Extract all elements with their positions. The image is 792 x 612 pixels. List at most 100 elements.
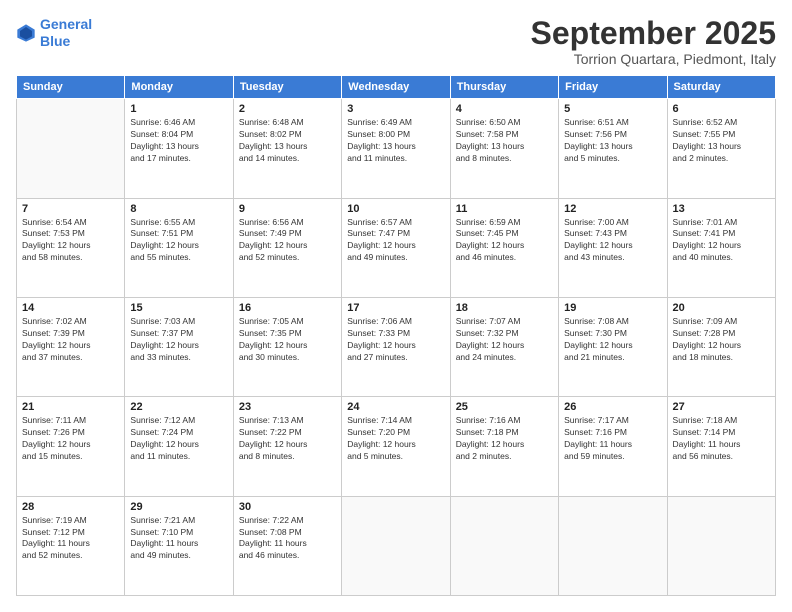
table-row: 9 Sunrise: 6:56 AM Sunset: 7:49 PM Daylig…	[233, 198, 341, 297]
table-row: 6Sunrise: 6:52 AM Sunset: 7:55 PM Daylig…	[667, 99, 775, 198]
day-info: Sunrise: 7:14 AM Sunset: 7:20 PM Dayligh…	[347, 415, 444, 463]
day-number: 28	[22, 501, 119, 513]
table-row: 27 Sunrise: 7:18 AM Sunset: 7:14 PM Dayli…	[667, 397, 775, 496]
logo-blue: Blue	[40, 33, 70, 49]
day-info: Sunrise: 7:18 AM Sunset: 7:14 PM Dayligh…	[673, 415, 770, 463]
table-row: 10 Sunrise: 6:57 AM Sunset: 7:47 PM Dayli…	[342, 198, 450, 297]
table-row: 17 Sunrise: 7:06 AM Sunset: 7:33 PM Dayli…	[342, 297, 450, 396]
day-number: 22	[130, 401, 227, 413]
day-number: 4	[456, 103, 553, 115]
day-number: 27	[673, 401, 770, 413]
table-row: 19 Sunrise: 7:08 AM Sunset: 7:30 PM Dayli…	[559, 297, 667, 396]
day-number: 3	[347, 103, 444, 115]
week-row-3: 14Sunrise: 7:02 AM Sunset: 7:39 PM Dayli…	[17, 297, 776, 396]
day-info: Sunrise: 7:08 AM Sunset: 7:30 PM Dayligh…	[564, 316, 661, 364]
day-info: Sunrise: 6:55 AM Sunset: 7:51 PM Dayligh…	[130, 217, 227, 265]
page: General Blue September 2025 Torrion Quar…	[0, 0, 792, 612]
weekday-header-thursday: Thursday	[450, 76, 558, 99]
table-row: 23 Sunrise: 7:13 AM Sunset: 7:22 PM Dayli…	[233, 397, 341, 496]
day-number: 21	[22, 401, 119, 413]
table-row: 30 Sunrise: 7:22 AM Sunset: 7:08 PM Dayli…	[233, 496, 341, 595]
table-row: 18 Sunrise: 7:07 AM Sunset: 7:32 PM Dayli…	[450, 297, 558, 396]
table-row: 15Sunrise: 7:03 AM Sunset: 7:37 PM Dayli…	[125, 297, 233, 396]
table-row: 29 Sunrise: 7:21 AM Sunset: 7:10 PM Dayli…	[125, 496, 233, 595]
day-number: 11	[456, 203, 553, 215]
day-number: 18	[456, 302, 553, 314]
week-row-1: 1 Sunrise: 6:46 AM Sunset: 8:04 PM Daylig…	[17, 99, 776, 198]
logo-text: General Blue	[40, 16, 92, 50]
table-row: 26 Sunrise: 7:17 AM Sunset: 7:16 PM Dayli…	[559, 397, 667, 496]
day-info: Sunrise: 6:49 AM Sunset: 8:00 PM Dayligh…	[347, 117, 444, 165]
table-row	[342, 496, 450, 595]
day-info: Sunrise: 7:06 AM Sunset: 7:33 PM Dayligh…	[347, 316, 444, 364]
weekday-header-row: SundayMondayTuesdayWednesdayThursdayFrid…	[17, 76, 776, 99]
day-info: Sunrise: 7:05 AM Sunset: 7:35 PM Dayligh…	[239, 316, 336, 364]
day-info: Sunrise: 7:22 AM Sunset: 7:08 PM Dayligh…	[239, 515, 336, 563]
day-info: Sunrise: 6:50 AM Sunset: 7:58 PM Dayligh…	[456, 117, 553, 165]
day-number: 13	[673, 203, 770, 215]
table-row: 28 Sunrise: 7:19 AM Sunset: 7:12 PM Dayli…	[17, 496, 125, 595]
day-number: 17	[347, 302, 444, 314]
day-number: 10	[347, 203, 444, 215]
day-info: Sunrise: 7:12 AM Sunset: 7:24 PM Dayligh…	[130, 415, 227, 463]
day-number: 9	[239, 203, 336, 215]
table-row	[17, 99, 125, 198]
table-row	[559, 496, 667, 595]
day-info: Sunrise: 7:02 AM Sunset: 7:39 PM Dayligh…	[22, 316, 119, 364]
day-number: 5	[564, 103, 661, 115]
day-info: Sunrise: 7:11 AM Sunset: 7:26 PM Dayligh…	[22, 415, 119, 463]
weekday-header-tuesday: Tuesday	[233, 76, 341, 99]
header: General Blue September 2025 Torrion Quar…	[16, 16, 776, 67]
day-number: 8	[130, 203, 227, 215]
table-row	[667, 496, 775, 595]
table-row: 13 Sunrise: 7:01 AM Sunset: 7:41 PM Dayli…	[667, 198, 775, 297]
day-info: Sunrise: 7:19 AM Sunset: 7:12 PM Dayligh…	[22, 515, 119, 563]
day-info: Sunrise: 6:46 AM Sunset: 8:04 PM Dayligh…	[130, 117, 227, 165]
day-info: Sunrise: 7:13 AM Sunset: 7:22 PM Dayligh…	[239, 415, 336, 463]
table-row: 7 Sunrise: 6:54 AM Sunset: 7:53 PM Daylig…	[17, 198, 125, 297]
table-row: 3 Sunrise: 6:49 AM Sunset: 8:00 PM Daylig…	[342, 99, 450, 198]
logo-icon	[16, 23, 36, 43]
day-info: Sunrise: 6:48 AM Sunset: 8:02 PM Dayligh…	[239, 117, 336, 165]
day-info: Sunrise: 7:17 AM Sunset: 7:16 PM Dayligh…	[564, 415, 661, 463]
weekday-header-wednesday: Wednesday	[342, 76, 450, 99]
table-row: 25Sunrise: 7:16 AM Sunset: 7:18 PM Dayli…	[450, 397, 558, 496]
weekday-header-monday: Monday	[125, 76, 233, 99]
location: Torrion Quartara, Piedmont, Italy	[531, 51, 776, 67]
table-row: 5 Sunrise: 6:51 AM Sunset: 7:56 PM Daylig…	[559, 99, 667, 198]
week-row-4: 21 Sunrise: 7:11 AM Sunset: 7:26 PM Dayli…	[17, 397, 776, 496]
day-info: Sunrise: 6:57 AM Sunset: 7:47 PM Dayligh…	[347, 217, 444, 265]
day-info: Sunrise: 7:01 AM Sunset: 7:41 PM Dayligh…	[673, 217, 770, 265]
table-row: 8 Sunrise: 6:55 AM Sunset: 7:51 PM Daylig…	[125, 198, 233, 297]
day-info: Sunrise: 7:00 AM Sunset: 7:43 PM Dayligh…	[564, 217, 661, 265]
week-row-5: 28 Sunrise: 7:19 AM Sunset: 7:12 PM Dayli…	[17, 496, 776, 595]
table-row: 2 Sunrise: 6:48 AM Sunset: 8:02 PM Daylig…	[233, 99, 341, 198]
day-number: 25	[456, 401, 553, 413]
title-block: September 2025 Torrion Quartara, Piedmon…	[531, 16, 776, 67]
day-info: Sunrise: 7:07 AM Sunset: 7:32 PM Dayligh…	[456, 316, 553, 364]
weekday-header-sunday: Sunday	[17, 76, 125, 99]
day-number: 23	[239, 401, 336, 413]
table-row: 22 Sunrise: 7:12 AM Sunset: 7:24 PM Dayli…	[125, 397, 233, 496]
table-row: 20Sunrise: 7:09 AM Sunset: 7:28 PM Dayli…	[667, 297, 775, 396]
day-number: 7	[22, 203, 119, 215]
day-number: 12	[564, 203, 661, 215]
table-row: 24Sunrise: 7:14 AM Sunset: 7:20 PM Dayli…	[342, 397, 450, 496]
day-number: 19	[564, 302, 661, 314]
day-number: 6	[673, 103, 770, 115]
day-number: 29	[130, 501, 227, 513]
day-info: Sunrise: 6:51 AM Sunset: 7:56 PM Dayligh…	[564, 117, 661, 165]
day-number: 1	[130, 103, 227, 115]
day-info: Sunrise: 7:21 AM Sunset: 7:10 PM Dayligh…	[130, 515, 227, 563]
day-info: Sunrise: 6:54 AM Sunset: 7:53 PM Dayligh…	[22, 217, 119, 265]
day-number: 2	[239, 103, 336, 115]
table-row: 11Sunrise: 6:59 AM Sunset: 7:45 PM Dayli…	[450, 198, 558, 297]
table-row: 1 Sunrise: 6:46 AM Sunset: 8:04 PM Daylig…	[125, 99, 233, 198]
month-title: September 2025	[531, 16, 776, 51]
day-number: 26	[564, 401, 661, 413]
day-info: Sunrise: 7:03 AM Sunset: 7:37 PM Dayligh…	[130, 316, 227, 364]
day-number: 30	[239, 501, 336, 513]
day-info: Sunrise: 6:56 AM Sunset: 7:49 PM Dayligh…	[239, 217, 336, 265]
table-row: 14Sunrise: 7:02 AM Sunset: 7:39 PM Dayli…	[17, 297, 125, 396]
table-row: 12 Sunrise: 7:00 AM Sunset: 7:43 PM Dayli…	[559, 198, 667, 297]
